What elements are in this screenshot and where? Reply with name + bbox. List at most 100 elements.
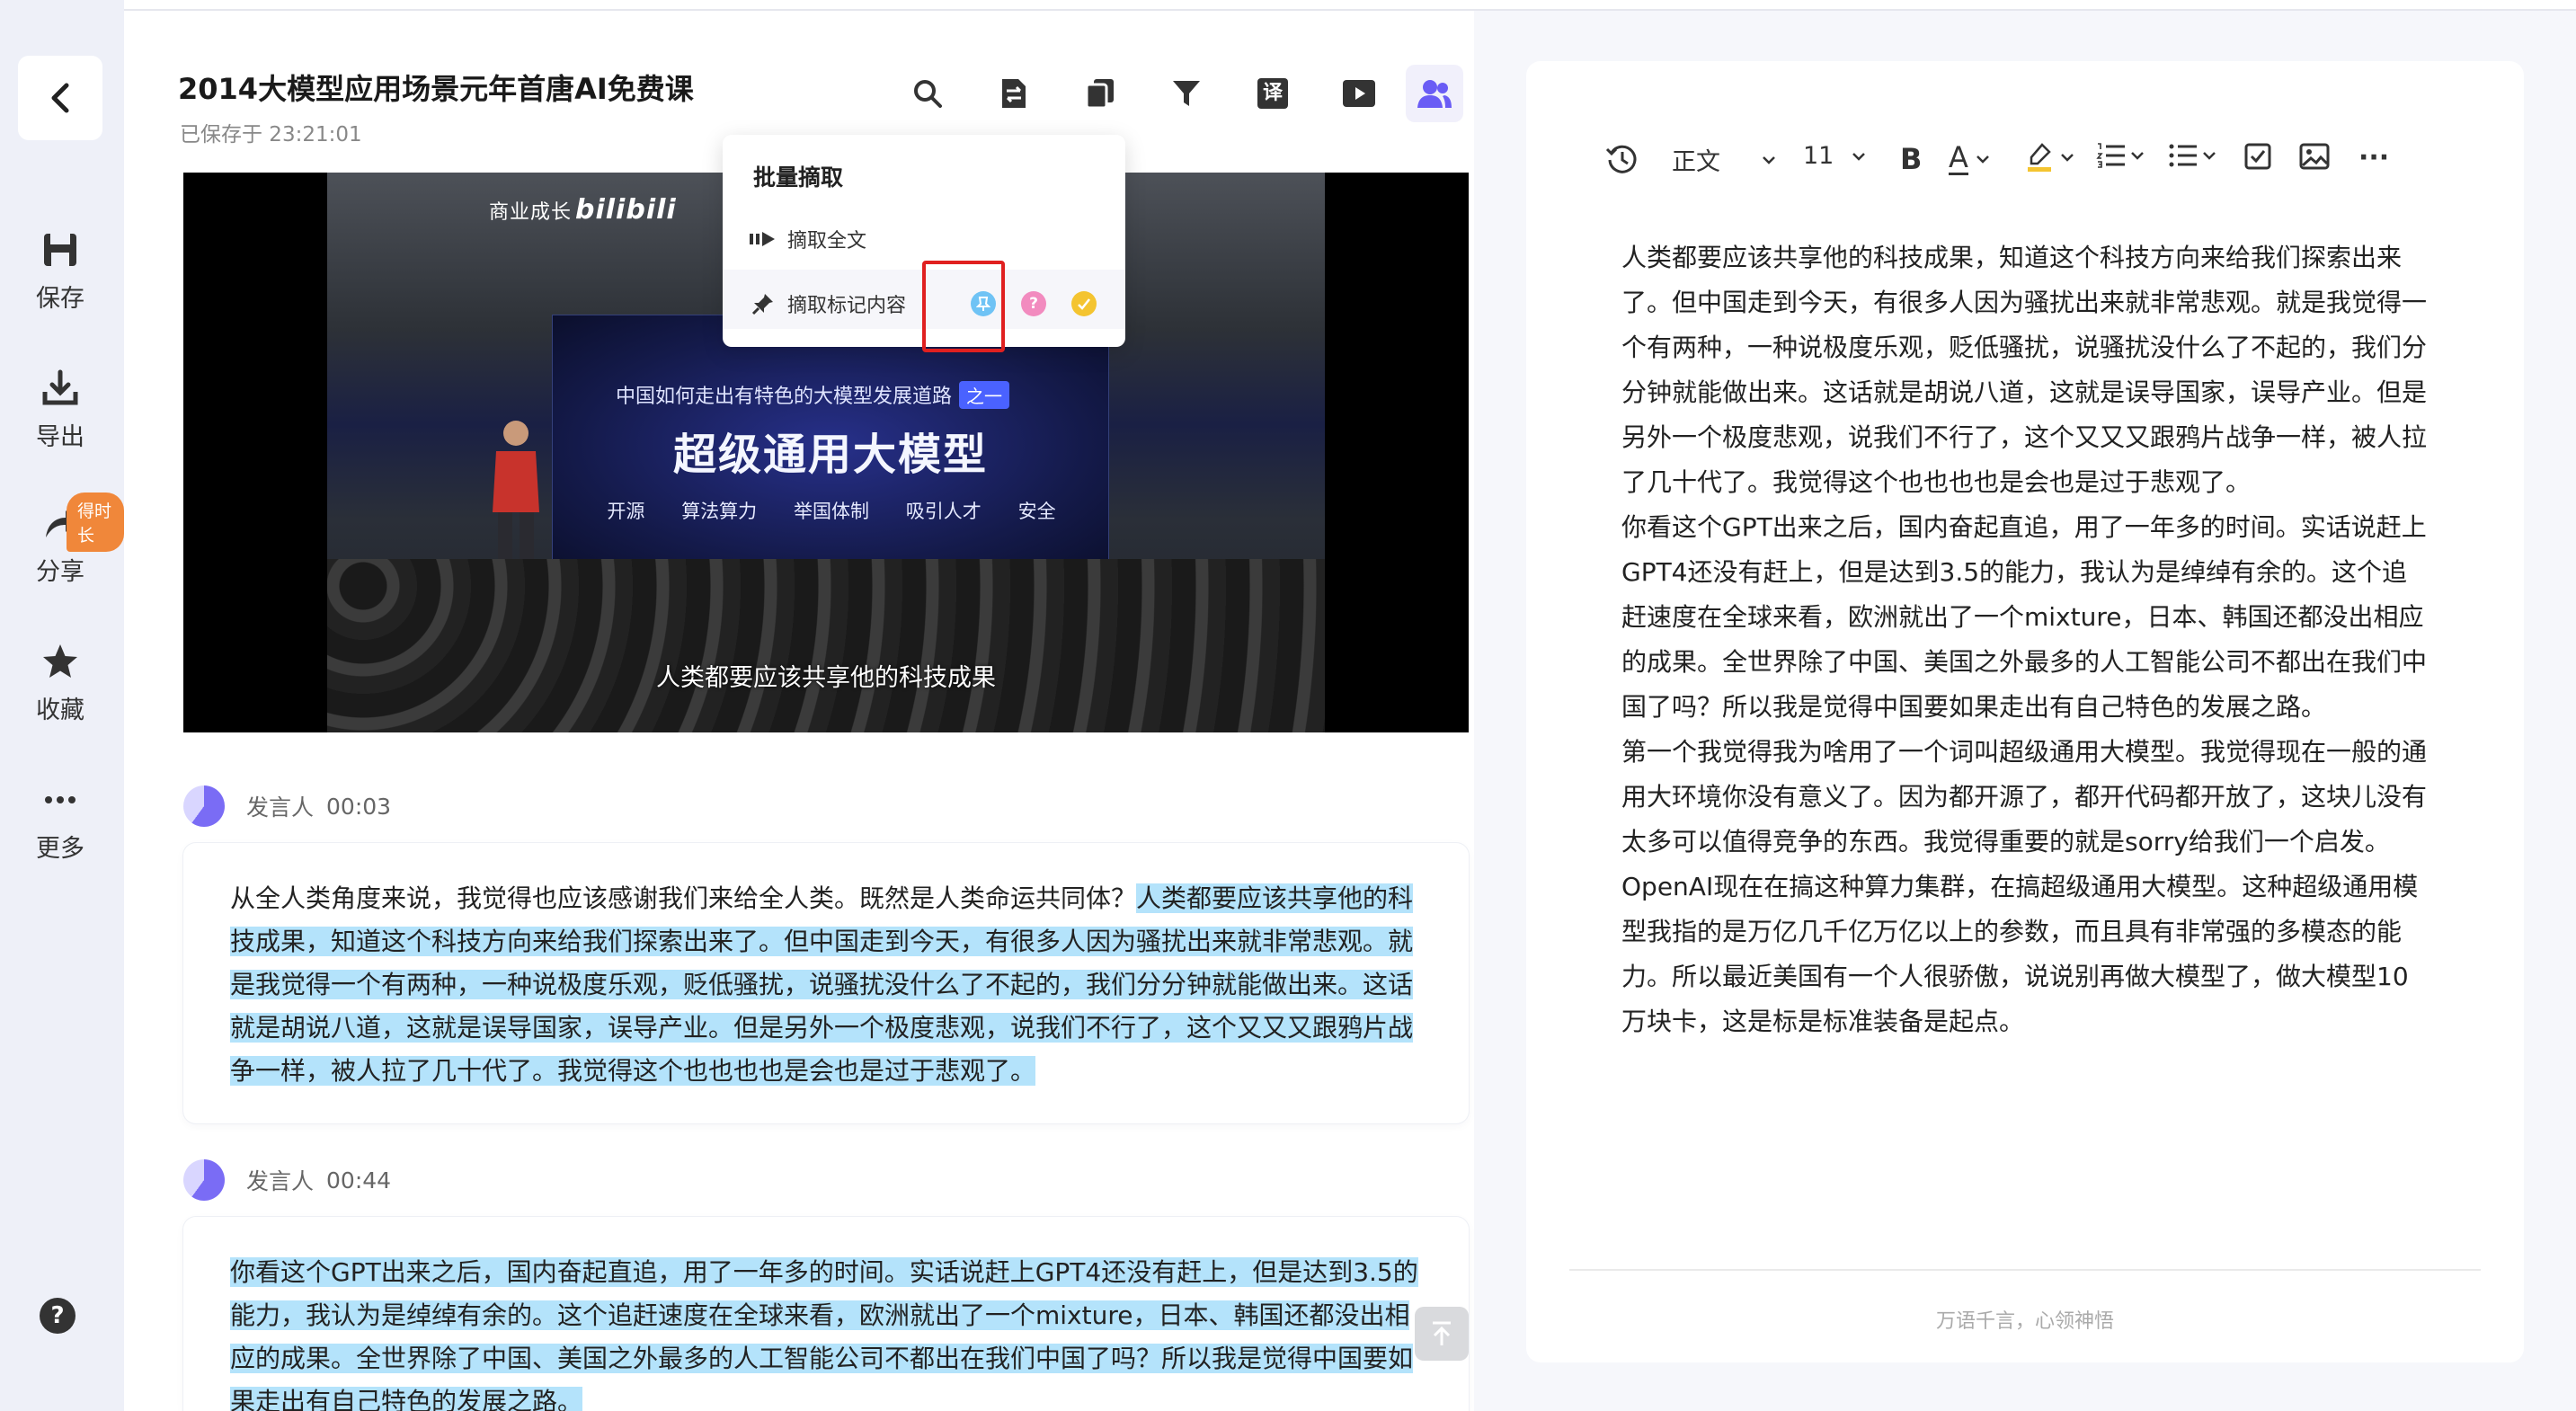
chevron-down-icon [2131, 152, 2144, 160]
transcript-text: 从全人类角度来说，我觉得也应该感谢我们来给全人类。既然是人类命运共同体？人类都要… [230, 883, 1414, 1086]
sidebar-item-favorite[interactable]: 收藏 [0, 642, 120, 725]
page-title: 2014大模型应用场景元年首唐AI免费课 [178, 72, 694, 106]
back-button[interactable] [18, 56, 102, 140]
help-button[interactable]: ? [40, 1298, 76, 1334]
history-icon [1605, 145, 1637, 173]
more-icon [45, 796, 76, 803]
chevron-down-icon [2203, 152, 2216, 160]
highlighted-text: 你看这个GPT出来之后，国内奋起直追，用了一年多的时间。实话说赶上GPT4还没有… [230, 1257, 1418, 1411]
sidebar-item-label: 收藏 [36, 697, 84, 724]
slide-title: 超级通用大模型 [672, 430, 988, 480]
speakers-icon [1417, 80, 1452, 108]
editor-divider [1569, 1269, 2481, 1271]
extract-marked-label: 摘取标记内容 [787, 295, 907, 317]
editor-paragraph: 你看这个GPT出来之后，国内奋起直追，用了一年多的时间。实话说赶上GPT4还没有… [1621, 512, 2428, 722]
mark-yellow-button[interactable] [1071, 291, 1097, 316]
transcript-card[interactable]: 从全人类角度来说，我觉得也应该感谢我们来给全人类。既然是人类命运共同体？人类都要… [183, 843, 1469, 1123]
bold-icon: B [1900, 142, 1923, 176]
speaker-name: 发言人 [246, 794, 315, 821]
editor-paragraph: 人类都要应该共享他的科技成果，知道这个科技方向来给我们探索出来了。但中国走到今天… [1621, 243, 2428, 497]
sidebar: 保存 导出 分享 得时长 收藏 更多 ? [0, 0, 124, 1411]
paragraph-style-value: 正文 [1672, 148, 1720, 176]
text-color-icon: A [1949, 140, 1968, 175]
checklist-button[interactable] [2243, 142, 2272, 171]
play-button[interactable] [1330, 65, 1388, 122]
paragraph-style-select[interactable]: 正文 [1672, 142, 1776, 177]
editor-paragraph: 第一个我觉得我为啥用了一个词叫超级通用大模型。我觉得现在一般的通用大环境你没有意… [1621, 737, 2428, 1036]
sidebar-item-label: 导出 [36, 423, 84, 451]
highlighter-icon [2028, 143, 2051, 172]
swap-button[interactable] [985, 65, 1043, 122]
edit-check-icon [1078, 298, 1090, 310]
question-icon: ? [50, 1302, 65, 1329]
sidebar-item-export[interactable]: 导出 [0, 368, 120, 452]
translate-button[interactable]: 译 [1244, 65, 1301, 122]
extract-all-item[interactable]: 摘取全文 [750, 225, 866, 253]
bullet-list-icon [2169, 144, 2197, 167]
ordered-list-icon [2096, 143, 2125, 168]
highlighted-text: 人类都要应该共享他的科技成果，知道这个科技方向来给我们探索出来了。但中国走到今天… [230, 883, 1414, 1086]
sidebar-item-label: 更多 [36, 835, 84, 863]
more-options-button[interactable]: ··· [2358, 142, 2389, 173]
save-status: 已保存于 23:21:01 [180, 123, 362, 146]
chevron-down-icon [1976, 155, 1989, 164]
speaker-name: 发言人 [246, 1168, 315, 1194]
extract-all-icon [750, 232, 775, 246]
star-icon [43, 644, 77, 678]
swap-icon [1002, 79, 1026, 108]
chevron-left-icon [51, 83, 69, 113]
checkbox-icon [2244, 143, 2271, 170]
more-icon: ··· [2358, 142, 2390, 173]
speaker-header: 发言人 00:03 [183, 785, 391, 827]
copy-icon [1085, 79, 1114, 110]
sidebar-item-label: 分享 [36, 558, 84, 586]
chevron-down-icon [2061, 154, 2074, 162]
avatar [183, 1159, 225, 1201]
extract-all-label: 摘取全文 [787, 230, 867, 253]
editor-footer-slogan: 万语千言，心领神悟 [1935, 1310, 2114, 1333]
insert-image-button[interactable] [2299, 142, 2330, 171]
play-icon [1343, 80, 1375, 107]
search-icon [914, 80, 942, 108]
chevron-down-icon [1763, 155, 1775, 164]
transcript-card[interactable]: 你看这个GPT出来之后，国内奋起直追，用了一年多的时间。实话说赶上GPT4还没有… [183, 1217, 1469, 1411]
scroll-to-top-button[interactable] [1415, 1307, 1469, 1361]
chevron-down-icon [1852, 152, 1866, 161]
app-window: 保存 导出 分享 得时长 收藏 更多 ? 2014大模型应用场景元年首唐AI免费… [0, 0, 2576, 1411]
highlight-annotation-box [922, 261, 1005, 352]
slide-keywords: 开源 算法算力 举国体制 吸引人才 安全 [607, 501, 1056, 522]
filter-icon [1173, 81, 1200, 106]
font-size-value: 11 [1803, 142, 1834, 170]
bullet-list-button[interactable] [2168, 142, 2216, 169]
question-icon: ? [1029, 295, 1038, 313]
highlight-color-button[interactable] [2026, 142, 2074, 173]
extract-marked-item[interactable]: 摘取标记内容 [750, 289, 906, 318]
export-icon [42, 369, 78, 405]
video-watermark: 商业成长 bilibili [489, 194, 677, 226]
transcript-text: 你看这个GPT出来之后，国内奋起直追，用了一年多的时间。实话说赶上GPT4还没有… [230, 1251, 1420, 1411]
slide-subtitle: 中国如何走出有特色的大模型发展道路 [616, 386, 953, 408]
share-badge: 得时长 [67, 493, 124, 552]
timestamp[interactable]: 00:03 [326, 794, 391, 820]
speakers-button[interactable] [1406, 65, 1463, 122]
editor-content[interactable]: 人类都要应该共享他的科技成果，知道这个科技方向来给我们探索出来了。但中国走到今天… [1621, 235, 2430, 1044]
filter-button[interactable] [1158, 65, 1215, 122]
history-button[interactable] [1605, 142, 1639, 176]
copy-button[interactable] [1071, 65, 1129, 122]
text-color-button[interactable]: A [1949, 142, 1990, 175]
bold-button[interactable]: B [1900, 142, 1922, 176]
sidebar-item-more[interactable]: 更多 [0, 780, 120, 864]
search-button[interactable] [899, 65, 956, 122]
font-size-select[interactable]: 11 [1803, 142, 1866, 170]
menu-heading: 批量摘取 [753, 164, 844, 191]
ordered-list-button[interactable] [2096, 142, 2145, 169]
pin-icon [751, 294, 773, 315]
arrow-up-icon [1433, 1321, 1451, 1345]
avatar [183, 785, 225, 827]
sidebar-item-save[interactable]: 保存 [0, 230, 120, 314]
mark-pink-button[interactable]: ? [1021, 291, 1046, 316]
video-subtitle: 人类都要应该共享他的科技成果 [656, 664, 996, 692]
image-icon [2299, 143, 2330, 170]
timestamp[interactable]: 00:44 [326, 1167, 391, 1194]
audience [327, 559, 1325, 732]
